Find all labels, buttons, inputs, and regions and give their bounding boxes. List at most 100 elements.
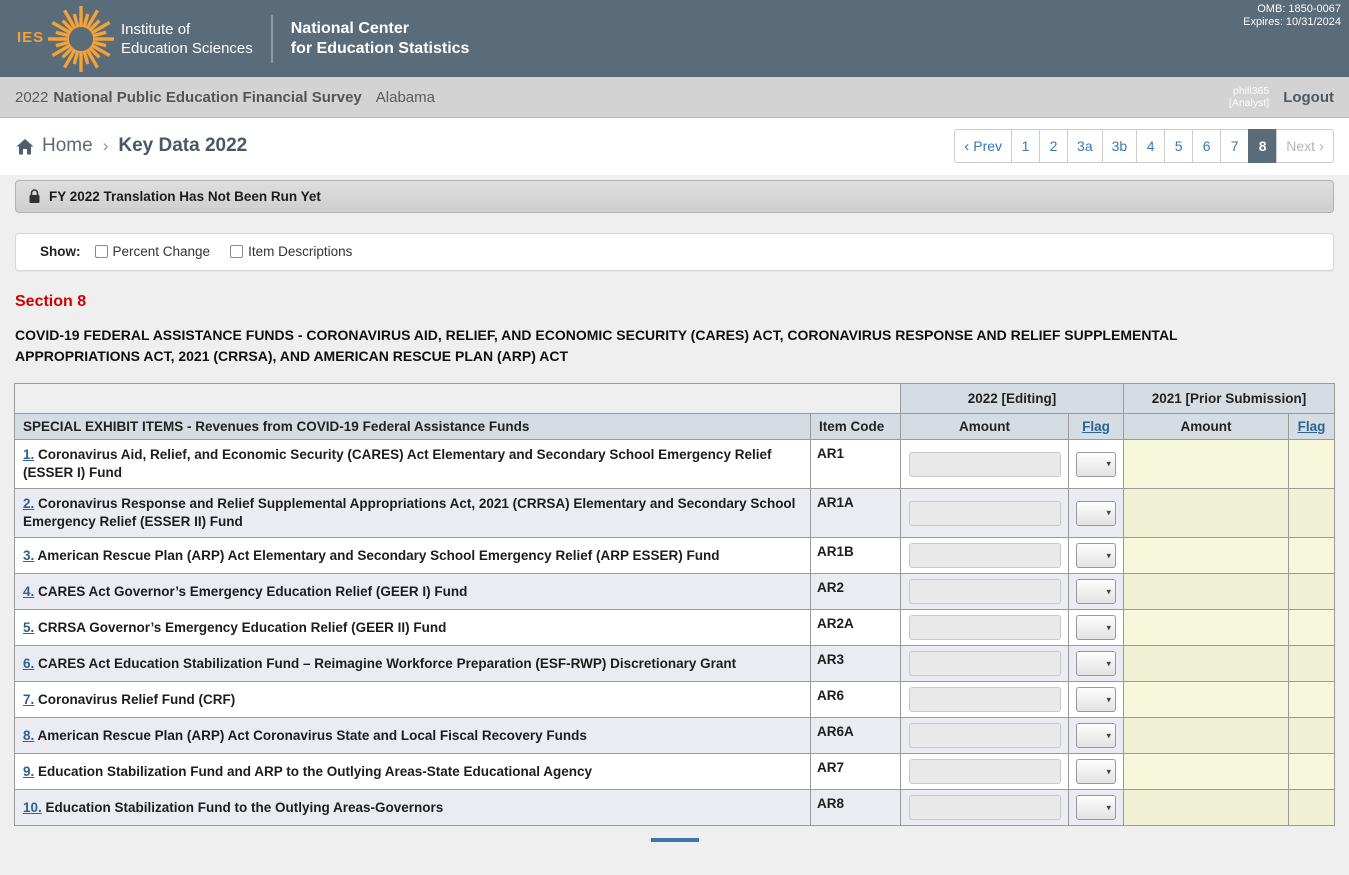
survey-bar: 2022 National Public Education Financial…: [0, 77, 1349, 118]
item-cell: 6. CARES Act Education Stabilization Fun…: [15, 646, 811, 682]
percent-change-checkbox[interactable]: [95, 245, 108, 258]
amount-2022-cell: [901, 610, 1069, 646]
chevron-left-icon: ‹: [964, 138, 969, 155]
flag-2022-cell: ▾: [1069, 790, 1124, 826]
flag-select-wrap: ▾: [1076, 615, 1116, 640]
item-descriptions-checkbox[interactable]: [230, 245, 243, 258]
amount-2021-cell: [1124, 754, 1289, 790]
item-number-link[interactable]: 10.: [23, 800, 42, 815]
table-row: 1. Coronavirus Aid, Relief, and Economic…: [15, 440, 1335, 489]
amount-input-2022[interactable]: [909, 452, 1061, 477]
item-code: AR3: [811, 646, 901, 682]
item-descriptions-option: Item Descriptions: [230, 244, 352, 259]
item-cell: 9. Education Stabilization Fund and ARP …: [15, 754, 811, 790]
item-number-link[interactable]: 3.: [23, 548, 34, 563]
amount-input-2022[interactable]: [909, 723, 1061, 748]
flag-2021-cell: [1289, 538, 1335, 574]
flag-select-2022[interactable]: [1076, 543, 1116, 568]
item-cell: 4. CARES Act Governor’s Emergency Educat…: [15, 574, 811, 610]
page-button-6[interactable]: 6: [1192, 129, 1221, 163]
item-label: American Rescue Plan (ARP) Act Coronavir…: [34, 728, 587, 743]
col-header-flag-2021: Flag: [1289, 414, 1335, 440]
amount-input-2022[interactable]: [909, 759, 1061, 784]
flag-2021-cell: [1289, 790, 1335, 826]
amount-input-2022[interactable]: [909, 651, 1061, 676]
page-button-8[interactable]: 8: [1248, 129, 1277, 163]
flag-select-2022[interactable]: [1076, 687, 1116, 712]
table-row: 6. CARES Act Education Stabilization Fun…: [15, 646, 1335, 682]
flag-2022-cell: ▾: [1069, 682, 1124, 718]
lock-icon: [28, 189, 41, 204]
breadcrumb-row: Home › Key Data 2022 ‹Prev 123a3b45678 N…: [0, 118, 1349, 175]
username: phill365: [1229, 85, 1269, 97]
item-number-link[interactable]: 9.: [23, 764, 34, 779]
amount-input-2022[interactable]: [909, 501, 1061, 526]
item-code: AR6A: [811, 718, 901, 754]
flag-link-2021[interactable]: Flag: [1298, 419, 1326, 434]
prev-label: Prev: [973, 138, 1002, 154]
item-cell: 1. Coronavirus Aid, Relief, and Economic…: [15, 440, 811, 489]
amount-2021-cell: [1124, 538, 1289, 574]
group-header-blank: [15, 384, 901, 414]
amount-input-2022[interactable]: [909, 687, 1061, 712]
flag-select-2022[interactable]: [1076, 615, 1116, 640]
col-header-amount-2022: Amount: [901, 414, 1069, 440]
page-button-7[interactable]: 7: [1220, 129, 1249, 163]
page-button-5[interactable]: 5: [1164, 129, 1193, 163]
amount-input-2022[interactable]: [909, 579, 1061, 604]
item-number-link[interactable]: 7.: [23, 692, 34, 707]
flag-select-2022[interactable]: [1076, 579, 1116, 604]
home-icon[interactable]: [15, 137, 35, 156]
page-button-3a[interactable]: 3a: [1067, 129, 1103, 163]
table-row: 2. Coronavirus Response and Relief Suppl…: [15, 489, 1335, 538]
flag-link-2022[interactable]: Flag: [1082, 419, 1110, 434]
page-button-1[interactable]: 1: [1011, 129, 1040, 163]
nces-name: National Center for Education Statistics: [291, 19, 470, 59]
flag-2021-cell: [1289, 489, 1335, 538]
item-code: AR2A: [811, 610, 901, 646]
nces-name-line1: National Center: [291, 19, 470, 39]
institute-name-line2: Education Sciences: [121, 39, 253, 58]
flag-2022-cell: ▾: [1069, 489, 1124, 538]
item-cell: 10. Education Stabilization Fund to the …: [15, 790, 811, 826]
amount-2022-cell: [901, 646, 1069, 682]
table-row: 7. Coronavirus Relief Fund (CRF)AR6▾: [15, 682, 1335, 718]
item-descriptions-label: Item Descriptions: [248, 244, 352, 259]
item-number-link[interactable]: 6.: [23, 656, 34, 671]
page-button-2[interactable]: 2: [1039, 129, 1068, 163]
flag-2021-cell: [1289, 754, 1335, 790]
item-code: AR1: [811, 440, 901, 489]
page-button-4[interactable]: 4: [1136, 129, 1165, 163]
flag-2022-cell: ▾: [1069, 718, 1124, 754]
flag-select-2022[interactable]: [1076, 759, 1116, 784]
amount-2022-cell: [901, 489, 1069, 538]
amount-input-2022[interactable]: [909, 795, 1061, 820]
flag-select-2022[interactable]: [1076, 452, 1116, 477]
page-button-3b[interactable]: 3b: [1102, 129, 1138, 163]
amount-2022-cell: [901, 754, 1069, 790]
flag-select-2022[interactable]: [1076, 795, 1116, 820]
flag-select-wrap: ▾: [1076, 651, 1116, 676]
breadcrumb-home-link[interactable]: Home: [42, 135, 93, 157]
item-number-link[interactable]: 8.: [23, 728, 34, 743]
item-label: Coronavirus Response and Relief Suppleme…: [23, 496, 795, 529]
item-number-link[interactable]: 2.: [23, 496, 34, 511]
item-cell: 3. American Rescue Plan (ARP) Act Elemen…: [15, 538, 811, 574]
flag-select-2022[interactable]: [1076, 501, 1116, 526]
flag-2022-cell: ▾: [1069, 646, 1124, 682]
alert-text: FY 2022 Translation Has Not Been Run Yet: [49, 189, 321, 204]
flag-select-2022[interactable]: [1076, 651, 1116, 676]
next-button[interactable]: Next›: [1276, 129, 1334, 163]
item-number-link[interactable]: 5.: [23, 620, 34, 635]
flag-select-2022[interactable]: [1076, 723, 1116, 748]
item-code: AR7: [811, 754, 901, 790]
amount-input-2022[interactable]: [909, 543, 1061, 568]
prev-button[interactable]: ‹Prev: [954, 129, 1012, 163]
item-label: Coronavirus Relief Fund (CRF): [34, 692, 235, 707]
item-number-link[interactable]: 1.: [23, 447, 34, 462]
logout-link[interactable]: Logout: [1283, 89, 1334, 106]
amount-input-2022[interactable]: [909, 615, 1061, 640]
item-number-link[interactable]: 4.: [23, 584, 34, 599]
col-header-flag-2022: Flag: [1069, 414, 1124, 440]
ies-sunburst-icon: [37, 1, 117, 77]
